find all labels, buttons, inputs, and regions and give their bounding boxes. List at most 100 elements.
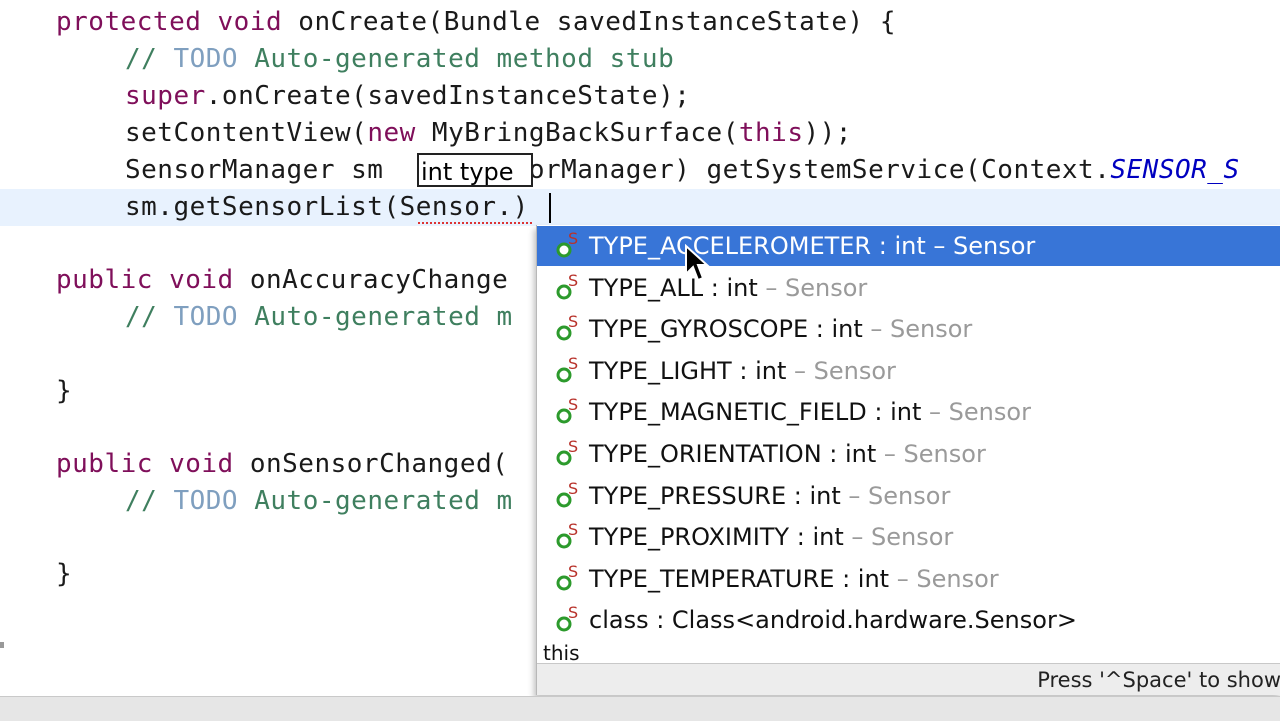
static-field-icon: S — [556, 230, 578, 258]
autocomplete-item[interactable]: S TYPE_PRESSURE : int – Sensor — [537, 476, 1280, 516]
svg-text:S: S — [568, 313, 578, 331]
keyword: protected void — [56, 7, 283, 37]
static-field-icon: S — [556, 313, 578, 341]
autocomplete-item-label: TYPE_GYROSCOPE : int – Sensor — [589, 309, 972, 349]
svg-text:S: S — [568, 563, 578, 581]
autocomplete-popup[interactable]: S TYPE_ACCELEROMETER : int – Sensor S TYPE_… — [536, 225, 1280, 695]
item-name: TYPE_ORIENTATION — [589, 440, 822, 468]
todo-tag: TODO — [173, 44, 239, 74]
code-line-oncreate[interactable]: protected void onCreate(Bundle savedInst… — [0, 4, 1280, 41]
code-text: setContentView( — [125, 118, 368, 148]
static-field-icon: S — [556, 521, 578, 549]
svg-text:S: S — [568, 272, 578, 290]
code-text: onSensorChanged( — [233, 449, 509, 479]
code-text: )); — [803, 118, 852, 148]
static-field-icon: S — [556, 563, 578, 591]
gutter-marker — [0, 642, 4, 648]
autocomplete-item-label: TYPE_ACCELEROMETER : int – Sensor — [589, 226, 1035, 266]
autocomplete-item-label: class : Class<android.hardware.Sensor> — [589, 600, 1077, 640]
item-type: : int — [866, 398, 922, 427]
autocomplete-partial-item[interactable]: this — [543, 641, 580, 665]
window-bottom-edge — [0, 696, 1280, 721]
item-type: : Class<android.hardware.Sensor> — [648, 606, 1077, 635]
svg-text:S: S — [568, 480, 578, 498]
item-name: class — [589, 606, 649, 635]
item-type: : int — [789, 523, 844, 552]
autocomplete-item[interactable]: Sclass : Class<android.hardware.Sensor> — [537, 600, 1280, 640]
item-name: TYPE_PROXIMITY — [589, 523, 790, 552]
autocomplete-item-label: TYPE_ORIENTATION : int – Sensor — [589, 434, 986, 474]
code-text: } — [56, 559, 73, 589]
item-type: : int — [786, 481, 841, 510]
autocomplete-item[interactable]: S TYPE_ORIENTATION : int – Sensor — [537, 434, 1280, 474]
autocomplete-item-label: TYPE_TEMPERATURE : int – Sensor — [589, 559, 999, 599]
autocomplete-status-bar: Press '^Space' to show — [537, 663, 1280, 695]
item-owner: – Sensor — [862, 315, 973, 344]
item-name: TYPE_GYROSCOPE — [589, 315, 809, 344]
item-name: TYPE_MAGNETIC_FIELD — [589, 398, 867, 427]
code-text: } — [56, 376, 73, 406]
code-line-sensormanager[interactable]: SensorManager sm orManager) getSystemSer… — [0, 152, 1280, 189]
item-owner: – Sensor — [843, 523, 954, 552]
autocomplete-item[interactable]: S TYPE_MAGNETIC_FIELD : int – Sensor — [537, 392, 1280, 432]
item-type: : int — [821, 440, 877, 468]
svg-text:S: S — [568, 604, 578, 622]
comment-prefix: // — [125, 44, 174, 74]
svg-text:S: S — [568, 355, 578, 373]
static-field-icon: S — [556, 355, 578, 383]
item-type: : int — [808, 315, 863, 344]
item-owner: – Sensor — [889, 564, 999, 593]
keyword: public void — [56, 449, 234, 479]
item-name: TYPE_TEMPERATURE — [589, 564, 835, 593]
todo-tag: TODO — [173, 302, 239, 332]
code-text: SensorManager sm — [125, 155, 400, 185]
autocomplete-item[interactable]: S TYPE_PROXIMITY : int – Sensor — [537, 517, 1280, 557]
item-type: : int — [834, 564, 890, 593]
code-line-super[interactable]: super.onCreate(savedInstanceState); — [0, 78, 1280, 115]
code-line-todo-comment[interactable]: // TODO Auto-generated method stub — [0, 41, 1280, 78]
autocomplete-item[interactable]: S TYPE_TEMPERATURE : int – Sensor — [537, 559, 1280, 599]
status-text: Press '^Space' to show — [1037, 668, 1280, 692]
autocomplete-item[interactable]: S TYPE_LIGHT : int – Sensor — [537, 351, 1280, 391]
code-line-setcontentview[interactable]: setContentView(new MyBringBackSurface(th… — [0, 115, 1280, 152]
static-field-icon: S — [556, 272, 578, 300]
item-type: : int — [703, 273, 758, 302]
keyword: this — [738, 118, 804, 148]
parameter-hint-box: int type — [417, 153, 533, 187]
item-name: TYPE_PRESSURE — [589, 481, 787, 510]
item-owner: – Sensor — [925, 232, 1036, 260]
code-text: .onCreate(savedInstanceState); — [205, 81, 691, 111]
code-text: sm.getSensorList(Sensor.) — [125, 192, 529, 222]
item-owner: – Sensor — [786, 356, 896, 385]
autocomplete-item[interactable]: S TYPE_GYROSCOPE : int – Sensor — [537, 309, 1280, 349]
argument-error-underline — [418, 222, 532, 224]
svg-text:S: S — [568, 230, 578, 248]
item-owner: – Sensor — [840, 481, 951, 510]
static-field-icon: S — [556, 438, 578, 466]
item-name: TYPE_ACCELEROMETER — [589, 232, 872, 260]
comment-prefix: // — [125, 486, 174, 516]
item-name: TYPE_LIGHT — [589, 356, 732, 385]
static-field-icon: S — [556, 604, 578, 632]
comment-prefix: // — [125, 302, 174, 332]
item-owner: – Sensor — [876, 440, 986, 468]
autocomplete-item-label: TYPE_ALL : int – Sensor — [589, 268, 867, 308]
svg-text:S: S — [568, 521, 578, 539]
static-field-icon: S — [556, 396, 578, 424]
keyword: public void — [56, 265, 234, 295]
static-field-icon: S — [556, 480, 578, 508]
keyword: super — [125, 81, 206, 111]
code-line-getsensorlist[interactable]: sm.getSensorList(Sensor.) — [0, 189, 1280, 226]
item-owner: – Sensor — [921, 398, 1031, 427]
comment-text: Auto-generated m — [238, 302, 513, 332]
item-type: : int — [731, 356, 787, 385]
code-text: onAccuracyChange — [233, 265, 509, 295]
item-owner: – Sensor — [757, 273, 868, 302]
todo-tag: TODO — [173, 486, 239, 516]
code-text: MyBringBackSurface( — [415, 118, 739, 148]
autocomplete-item[interactable]: S TYPE_ACCELEROMETER : int – Sensor — [537, 226, 1280, 266]
comment-text: Auto-generated m — [238, 486, 513, 516]
autocomplete-item-label: TYPE_PRESSURE : int – Sensor — [589, 476, 950, 516]
svg-text:S: S — [568, 396, 578, 414]
autocomplete-item[interactable]: S TYPE_ALL : int – Sensor — [537, 268, 1280, 308]
